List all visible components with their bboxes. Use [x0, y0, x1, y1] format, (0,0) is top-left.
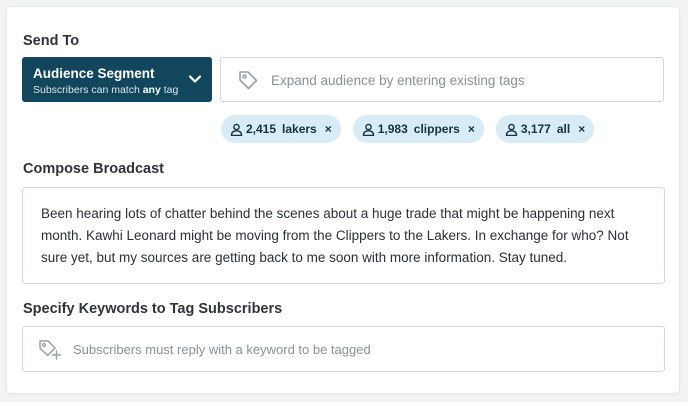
- broadcast-card: Send To Audience Segment Subscribers can…: [7, 7, 679, 393]
- tag-icon: [239, 71, 258, 90]
- tag-chip-clippers[interactable]: 1,983 clippers ×: [352, 115, 484, 143]
- tag-name: all: [556, 122, 571, 136]
- audience-segment-dropdown[interactable]: Audience Segment Subscribers can match a…: [22, 57, 212, 102]
- add-tag-icon: [39, 340, 62, 360]
- tag-name: clippers: [413, 122, 460, 136]
- remove-tag-icon[interactable]: ×: [578, 122, 585, 136]
- person-icon: [505, 123, 518, 136]
- tag-count: 3,177: [520, 122, 551, 136]
- compose-textarea[interactable]: Been hearing lots of chatter behind the …: [22, 187, 665, 284]
- tag-chip-all[interactable]: 3,177 all ×: [495, 115, 595, 143]
- tag-chip-list: 2,415 lakers × 1,983 clippers × 3,177 al…: [221, 115, 595, 143]
- tag-chip-lakers[interactable]: 2,415 lakers ×: [221, 115, 341, 143]
- person-icon: [230, 123, 243, 136]
- chevron-down-icon: [188, 75, 202, 83]
- tag-input-box[interactable]: [220, 57, 664, 102]
- keywords-label: Specify Keywords to Tag Subscribers: [23, 301, 283, 317]
- compose-label: Compose Broadcast: [23, 161, 165, 177]
- keyword-input[interactable]: [73, 338, 653, 360]
- keyword-input-box[interactable]: [22, 326, 665, 372]
- audience-segment-title: Audience Segment: [33, 66, 155, 81]
- tag-count: 1,983: [377, 122, 408, 136]
- audience-segment-subtitle: Subscribers can match any tag: [33, 84, 179, 96]
- tag-name: lakers: [282, 122, 317, 136]
- send-to-label: Send To: [23, 33, 80, 49]
- tag-count: 2,415: [246, 122, 277, 136]
- remove-tag-icon[interactable]: ×: [325, 122, 332, 136]
- tag-input[interactable]: [271, 68, 651, 92]
- remove-tag-icon[interactable]: ×: [468, 122, 475, 136]
- person-icon: [362, 123, 374, 136]
